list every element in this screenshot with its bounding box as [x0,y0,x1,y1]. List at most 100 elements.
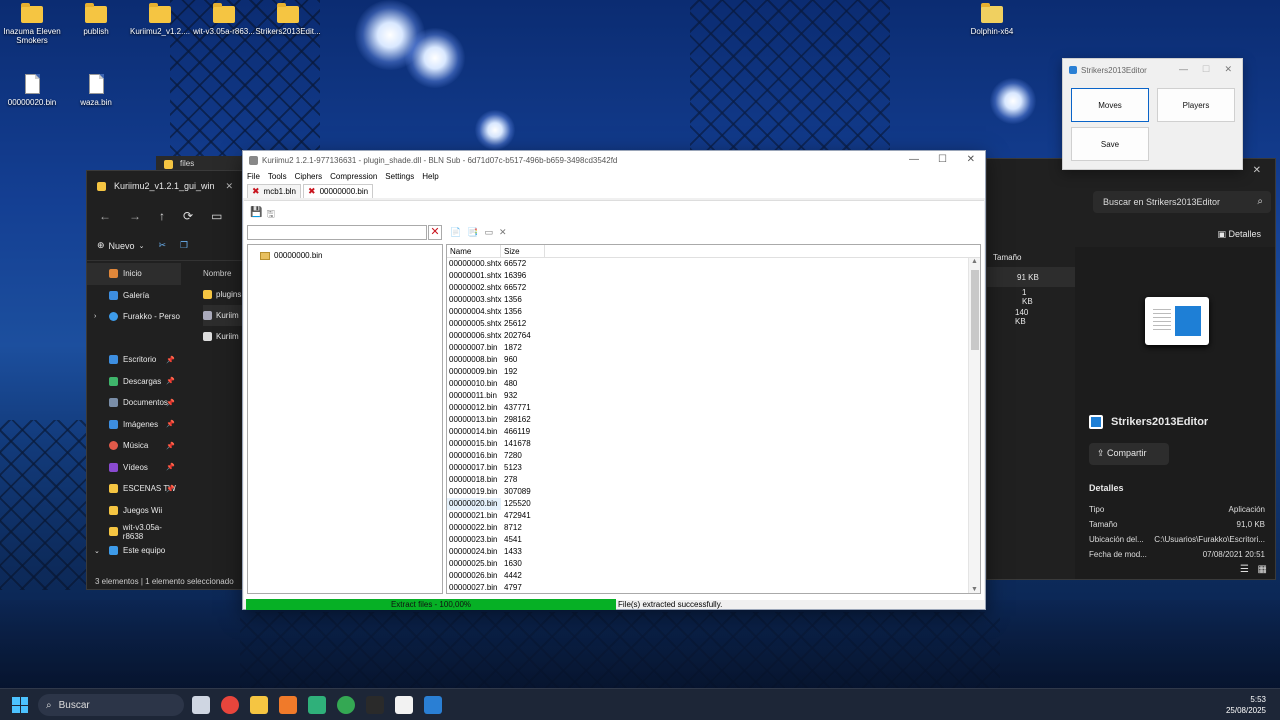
minimize-icon[interactable]: — [909,154,919,165]
desktop-icon-waza[interactable]: waza.bin [61,74,131,107]
copy-icon[interactable]: ❐ [180,240,188,251]
column-header-size[interactable]: Tamaño [987,247,1075,267]
close-tab-icon[interactable]: ✖ [252,186,260,197]
players-button[interactable]: Players [1157,88,1235,122]
table-row[interactable]: 00000006.shtx 202764 [447,330,980,342]
save-button[interactable]: Save [1071,127,1149,161]
list-item[interactable]: Kuriim [203,305,243,326]
view-details-icon[interactable]: ☰ [1240,564,1249,575]
tab-mcb1-bln[interactable]: ✖ mcb1.bln [247,184,302,198]
moves-button[interactable]: Moves [1071,88,1149,122]
table-row[interactable]: 00000010.bin 480 [447,378,980,390]
sidebar-item-wit[interactable]: wit-v3.05a-r8638 [87,521,181,543]
explorer-details-window[interactable]: ✕ Buscar en Strikers2013Editor ⌕ ▣ Detal… [986,158,1276,580]
table-row[interactable]: 00000001.shtx 16396 [447,270,980,282]
file-explorer-icon[interactable] [250,696,268,714]
table-row[interactable]: 00000002.shtx 66572 [447,282,980,294]
sidebar-item-inicio[interactable]: Inicio [87,263,181,285]
taskbar-search[interactable]: ⌕ Buscar [38,694,184,716]
table-row[interactable]: 00000005.shtx 25612 [447,318,980,330]
sidebar-item-videos[interactable]: Vídeos 📌 [87,457,181,479]
desktop-icon-strikers[interactable]: Strikers2013Edit... [253,3,323,36]
windows-start-icon[interactable] [12,697,28,713]
minimize-icon[interactable]: — [1179,64,1188,74]
scrollbar[interactable]: ▲ ▼ [968,258,980,593]
table-row[interactable]: 00000014.bin 466119 [447,426,980,438]
forward-icon[interactable]: → [129,209,141,223]
table-row[interactable]: 00000007.bin 1872 [447,342,980,354]
menu-compression[interactable]: Compression [330,172,377,181]
close-icon[interactable]: ✕ [1253,165,1261,176]
sidebar-item-galeria[interactable]: Galería [87,285,181,307]
sidebar-item-escritorio[interactable]: Escritorio 📌 [87,349,181,371]
close-icon[interactable]: ✕ [967,154,975,165]
menu-help[interactable]: Help [422,172,438,181]
sidebar-item-musica[interactable]: Música 📌 [87,435,181,457]
table-row[interactable]: 00000009.bin 192 [447,366,980,378]
table-row[interactable]: 00000016.bin 7280 [447,450,980,462]
table-row[interactable]: 00000012.bin 437771 [447,402,980,414]
table-row[interactable]: 00000000.shtx 66572 [447,258,980,270]
column-header-size[interactable]: Size [501,245,545,257]
column-header-nombre[interactable]: Nombre [203,263,243,284]
search-input[interactable]: Buscar en Strikers2013Editor ⌕ [1093,191,1271,213]
table-row[interactable]: 00000015.bin 141678 [447,438,980,450]
strikers-editor-window[interactable]: Strikers2013Editor — ☐ ✕ Moves Players S… [1062,58,1243,170]
tab-00000000-bin[interactable]: ✖ 00000000.bin [303,184,374,198]
table-row[interactable]: 00000004.shtx 1356 [447,306,980,318]
strikers-icon[interactable] [424,696,442,714]
back-icon[interactable]: ← [99,209,111,223]
new-button[interactable]: ⊕ Nuevo ⌄ [97,240,144,251]
list-item[interactable]: Kuriim [203,326,243,347]
sidebar-item-onedrive[interactable]: › Furakko - Perso [87,306,181,328]
maximize-icon[interactable]: ☐ [938,154,947,165]
file-explorer-window[interactable]: Kuriimu2_v1.2.1_gui_win ✕ ← → ↑ ⟳ ▭ ⊕ Nu… [86,170,244,590]
column-header-name[interactable]: Name [447,245,501,257]
taskbar-clock[interactable]: 5:53 25/08/2025 [1226,694,1266,716]
sidebar-item-imagenes[interactable]: Imágenes 📌 [87,414,181,436]
table-row[interactable]: 00000021.bin 472941 [447,510,980,522]
close-icon[interactable]: ✕ [1224,64,1232,75]
app-a-icon[interactable] [279,696,297,714]
chrome-active-icon[interactable] [337,696,355,714]
clear-search-icon[interactable]: ✕ [428,225,442,240]
sidebar-item-este-equipo[interactable]: ⌄ Este equipo [87,543,181,559]
close-tab-icon[interactable]: ✖ [308,186,316,197]
tree-node-root[interactable]: 00000000.bin [260,251,323,260]
details-button[interactable]: ▣ Detalles [1217,229,1261,240]
delete-icon[interactable]: ✕ [499,227,507,238]
view-tiles-icon[interactable]: ▦ [1258,564,1267,575]
menu-tools[interactable]: Tools [268,172,287,181]
table-row[interactable]: 00000020.bin 125520 [447,498,980,510]
sidebar-item-escenas[interactable]: ESCENAS TW 📌 [87,478,181,500]
table-row[interactable]: 00000023.bin 4541 [447,534,980,546]
chrome-icon[interactable] [221,696,239,714]
table-row[interactable]: 00000013.bin 298162 [447,414,980,426]
rename-icon[interactable]: ▭ [484,227,493,238]
sidebar-item-documentos[interactable]: Documentos 📌 [87,392,181,414]
replace-icon[interactable]: 📑 [467,227,478,238]
task-view-icon[interactable] [192,696,210,714]
table-row[interactable]: 00000008.bin 960 [447,354,980,366]
menu-settings[interactable]: Settings [385,172,414,181]
up-icon[interactable]: ↑ [159,209,165,223]
desktop-icon-kuriimu[interactable]: Kuriimu2_v1.2.... [125,3,195,36]
desktop-icon-00000020[interactable]: 00000020.bin [0,74,67,107]
table-row[interactable]: 00000003.shtx 1356 [447,294,980,306]
address-icon[interactable]: ▭ [211,209,222,223]
table-row[interactable]: 00000011.bin 932 [447,390,980,402]
table-row[interactable]: 00000022.bin 8712 [447,522,980,534]
sidebar-item-juegos-wii[interactable]: Juegos Wii [87,500,181,522]
menu-file[interactable]: File [247,172,260,181]
table-row[interactable]: 00000027.bin 4797 [447,582,980,593]
sidebar-item-descargas[interactable]: Descargas 📌 [87,371,181,393]
scrollbar-thumb[interactable] [971,270,979,350]
scroll-up-icon[interactable]: ▲ [971,258,978,265]
kuriimu-window[interactable]: Kuriimu2 1.2.1-977136631 - plugin_shade.… [242,150,986,610]
table-row[interactable]: 00000019.bin 307089 [447,486,980,498]
app-green-icon[interactable] [308,696,326,714]
extract-icon[interactable]: 📄 [450,227,461,238]
table-row[interactable]: 00000024.bin 1433 [447,546,980,558]
table-row[interactable]: 00000018.bin 278 [447,474,980,486]
app-cat-icon[interactable] [395,696,413,714]
